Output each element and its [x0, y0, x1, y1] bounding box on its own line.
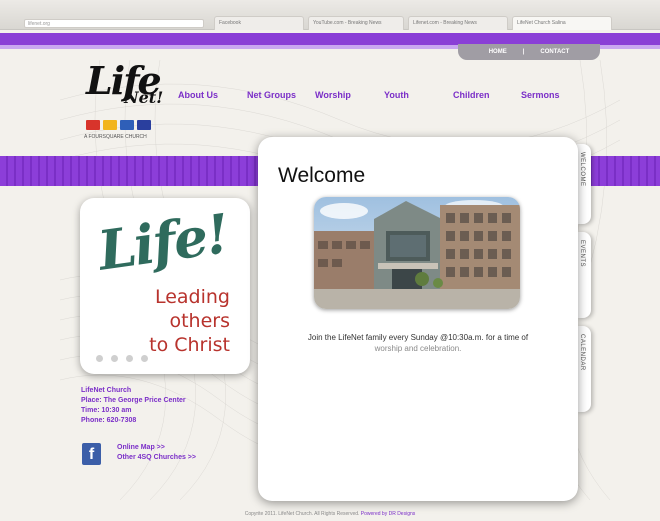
slider-dot[interactable]: [141, 355, 148, 362]
logo-block: [120, 120, 134, 130]
lifenet-logo[interactable]: Life Net! A FOURSQUARE CHURCH: [84, 58, 164, 148]
promo-line-2: others: [169, 310, 230, 332]
nav-separator: |: [522, 49, 525, 55]
footer: Copyrite 2011. LifeNet Church. All Right…: [0, 511, 660, 517]
slider-dot[interactable]: [126, 355, 133, 362]
caption-line-1: Join the LifeNet family every Sunday @10…: [307, 333, 529, 342]
church-name: LifeNet Church: [81, 387, 132, 394]
browser-tab[interactable]: Lifenet.com - Breaking News: [408, 16, 508, 30]
browser-tab[interactable]: Facebook: [214, 16, 304, 30]
browser-tab-active[interactable]: LifeNet Church Salina: [512, 16, 612, 30]
tab-events[interactable]: EVENTS: [577, 232, 591, 318]
browser-tab[interactable]: YouTube.com - Breaking News: [308, 16, 404, 30]
church-phone: Phone: 620-7308: [81, 417, 137, 424]
promo-line-3: to Christ: [149, 334, 230, 356]
slider-dots: [96, 355, 148, 362]
promo-title: Life!: [94, 201, 232, 283]
address-bar[interactable]: lifenet.org: [24, 19, 204, 28]
church-time: Time: 10:30 am: [81, 407, 132, 414]
church-place: Place: The George Price Center: [81, 397, 186, 404]
home-link[interactable]: HOME: [489, 49, 507, 55]
nav-net-groups[interactable]: Net Groups: [247, 90, 296, 100]
page-title: Welcome: [278, 164, 366, 187]
tab-events-label: EVENTS: [579, 240, 585, 268]
logo-block: [137, 120, 151, 130]
tab-calendar[interactable]: CALENDAR: [577, 326, 591, 412]
slider-dot[interactable]: [96, 355, 103, 362]
caption-line-2: worship and celebration.: [374, 344, 462, 353]
side-links: Online Map >> Other 4SQ Churches >>: [117, 443, 196, 463]
browser-chrome: lifenet.org Facebook YouTube.com - Break…: [0, 0, 660, 30]
content-panel: Welcome Join the LifeNet family every Su…: [258, 137, 578, 501]
slider-dot[interactable]: [111, 355, 118, 362]
logo-block: [103, 120, 117, 130]
facebook-icon[interactable]: f: [82, 443, 101, 465]
nav-worship[interactable]: Worship: [315, 90, 351, 100]
tab-welcome-label: WELCOME: [579, 152, 585, 187]
footer-copyright: Copyrite 2011. LifeNet Church. All Right…: [244, 511, 360, 517]
welcome-caption: Join the LifeNet family every Sunday @10…: [268, 332, 568, 354]
logo-color-blocks: [86, 120, 151, 130]
tab-welcome[interactable]: WELCOME: [577, 144, 591, 224]
contact-link[interactable]: CONTACT: [540, 49, 569, 55]
online-map-link[interactable]: Online Map >>: [117, 443, 196, 453]
church-building-photo: [314, 197, 520, 309]
nav-sermons[interactable]: Sermons: [521, 90, 560, 100]
logo-tagline: A FOURSQUARE CHURCH: [84, 134, 147, 140]
other-churches-link[interactable]: Other 4SQ Churches >>: [117, 453, 196, 463]
nav-children[interactable]: Children: [453, 90, 490, 100]
nav-about-us[interactable]: About Us: [178, 90, 218, 100]
tab-calendar-label: CALENDAR: [579, 334, 585, 371]
logo-net-text: Net!: [124, 88, 164, 107]
promo-line-1: Leading: [154, 286, 230, 308]
footer-credit-link[interactable]: Powered by DR Designs: [361, 511, 415, 517]
top-utility-nav: HOME | CONTACT: [458, 44, 600, 60]
promo-slider[interactable]: Life! Leading others to Christ: [80, 198, 250, 374]
logo-block: [86, 120, 100, 130]
nav-youth[interactable]: Youth: [384, 90, 409, 100]
church-info: LifeNet Church Place: The George Price C…: [81, 386, 186, 426]
